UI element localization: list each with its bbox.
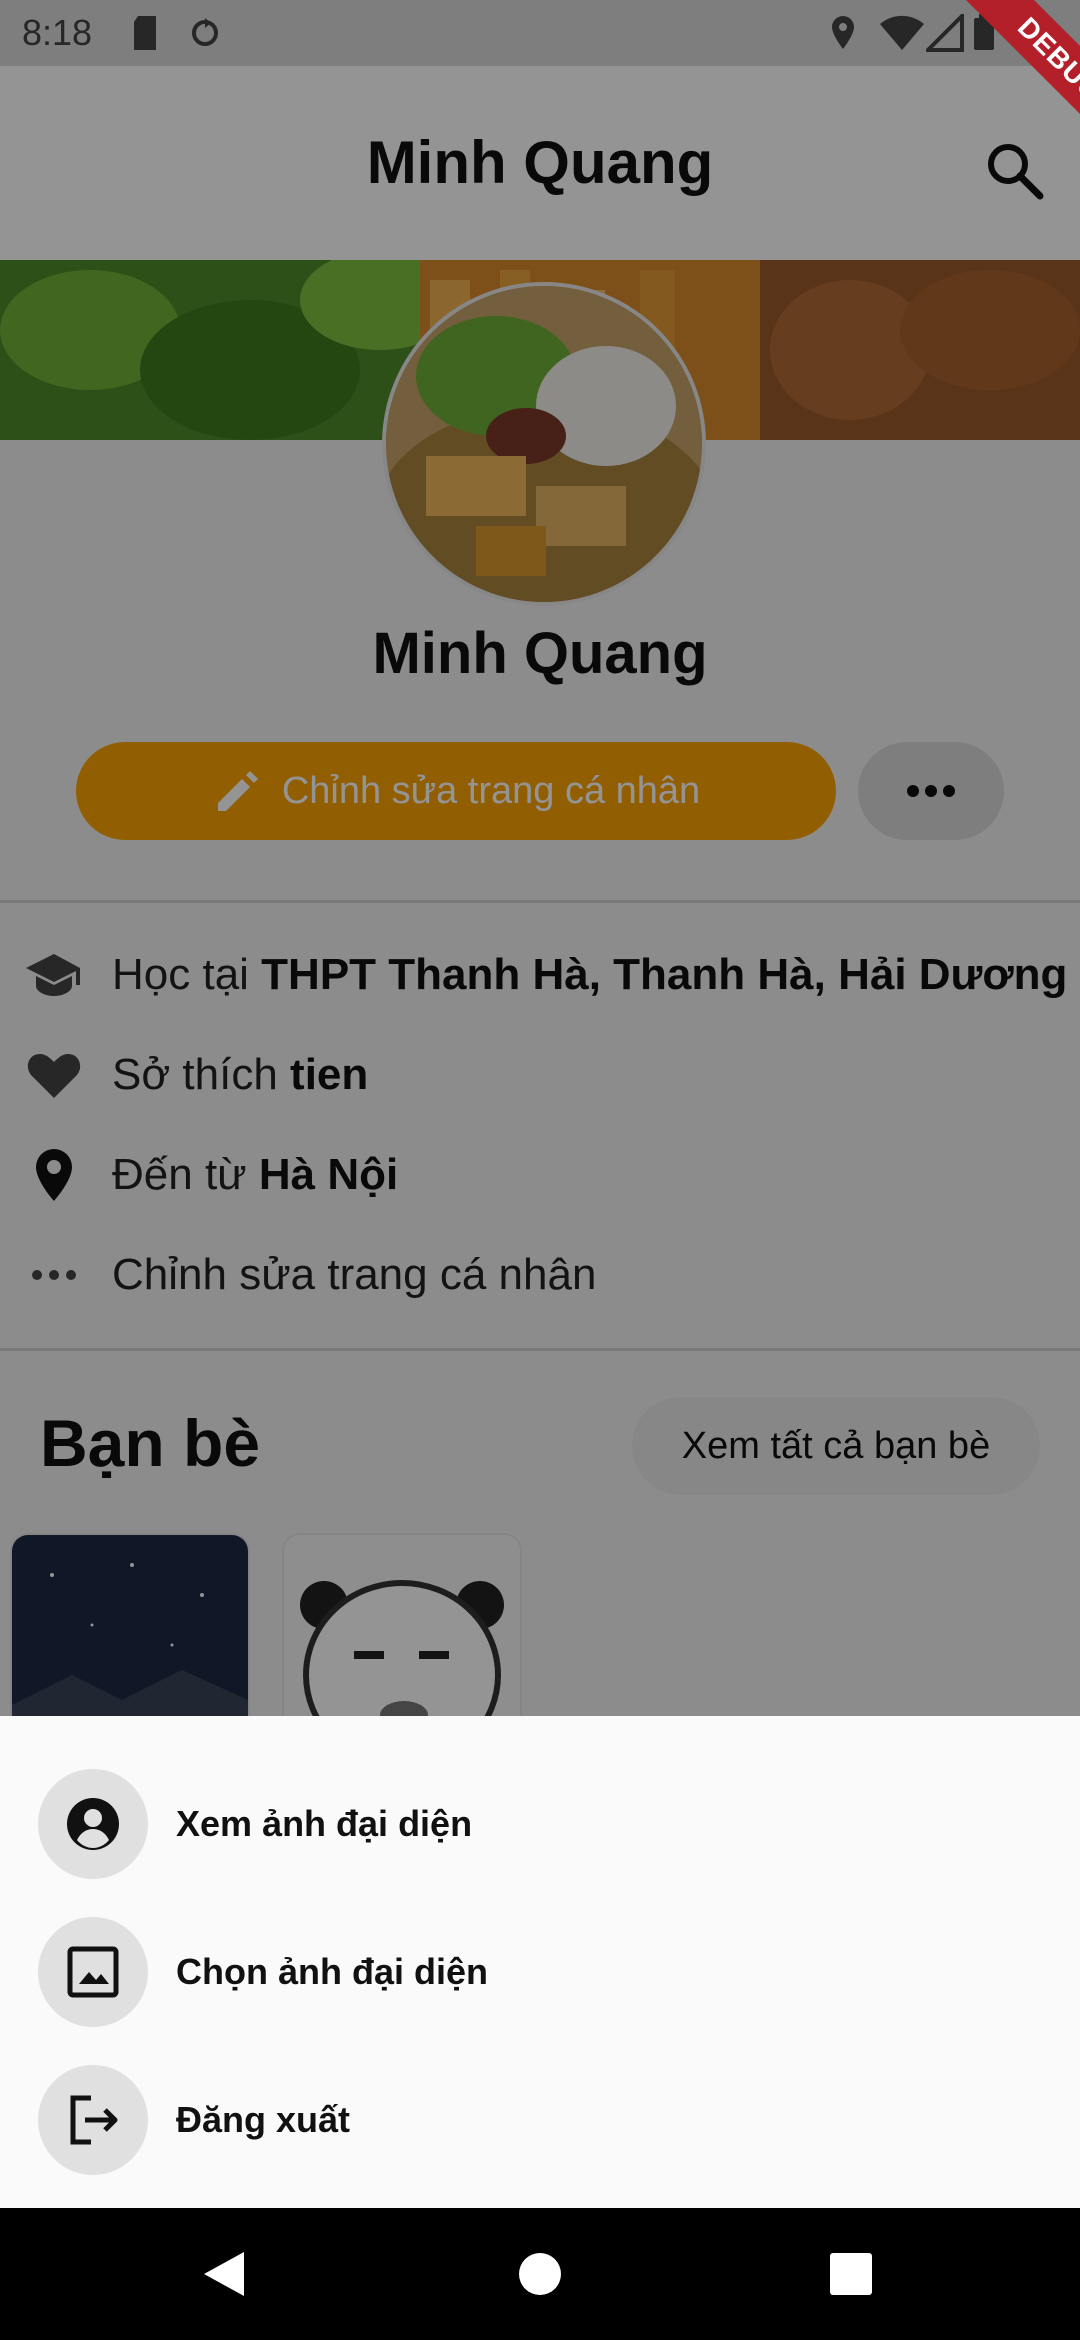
logout-icon-circle xyxy=(38,2065,148,2175)
choose-avatar-icon-circle xyxy=(38,1917,148,2027)
logout-option[interactable]: Đăng xuất xyxy=(0,2046,1080,2194)
choose-avatar-label: Chọn ảnh đại diện xyxy=(176,1951,488,1992)
view-avatar-label: Xem ảnh đại diện xyxy=(176,1803,473,1844)
modal-scrim[interactable] xyxy=(0,0,1080,1716)
view-avatar-icon-circle xyxy=(38,1769,148,1879)
choose-avatar-option[interactable]: Chọn ảnh đại diện xyxy=(0,1898,1080,2046)
image-icon xyxy=(67,1946,119,1998)
logout-icon xyxy=(70,2095,118,2145)
logout-label: Đăng xuất xyxy=(176,2099,351,2140)
recents-icon[interactable] xyxy=(830,2253,872,2295)
back-icon[interactable] xyxy=(202,2250,246,2298)
home-icon[interactable] xyxy=(518,2252,562,2296)
view-avatar-option[interactable]: Xem ảnh đại diện xyxy=(0,1750,1080,1898)
account-circle-icon xyxy=(67,1798,119,1850)
